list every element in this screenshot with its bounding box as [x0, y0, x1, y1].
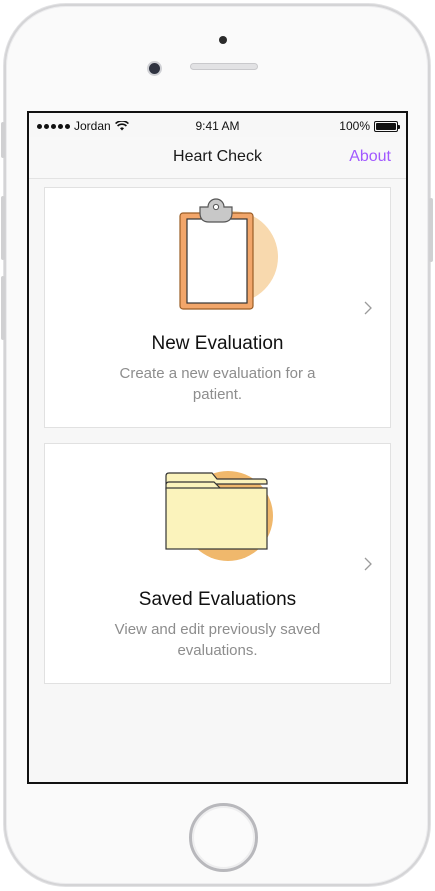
chevron-right-icon [364, 557, 372, 571]
status-bar: Jordan 9:41 AM 100% [29, 113, 406, 137]
home-button[interactable] [189, 803, 258, 872]
card-description: View and edit previously saved evaluatio… [114, 621, 321, 659]
volume-up-button [1, 196, 5, 260]
saved-evaluations-card[interactable]: Saved Evaluations View and edit previous… [44, 443, 391, 684]
clipboard-icon [179, 198, 278, 310]
about-button[interactable]: About [349, 148, 391, 166]
card-title: New Evaluation [151, 333, 284, 354]
earpiece-speaker [190, 63, 258, 70]
folder-icon [165, 471, 273, 561]
new-evaluation-card[interactable]: New Evaluation Create a new evaluation f… [44, 187, 391, 428]
volume-down-button [1, 276, 5, 340]
power-button [429, 198, 433, 262]
app-screen: Jordan 9:41 AM 100% Heart Check About Ne… [27, 111, 408, 784]
battery-percentage: 100% [339, 119, 370, 133]
card-description: Create a new evaluation for a patient. [119, 365, 316, 403]
front-camera [147, 61, 162, 76]
chevron-right-icon [364, 301, 372, 315]
card-title: Saved Evaluations [138, 589, 297, 610]
battery-icon [374, 120, 400, 132]
silent-switch [1, 122, 5, 158]
proximity-sensor [219, 36, 227, 44]
navigation-bar: Heart Check About [29, 137, 406, 179]
